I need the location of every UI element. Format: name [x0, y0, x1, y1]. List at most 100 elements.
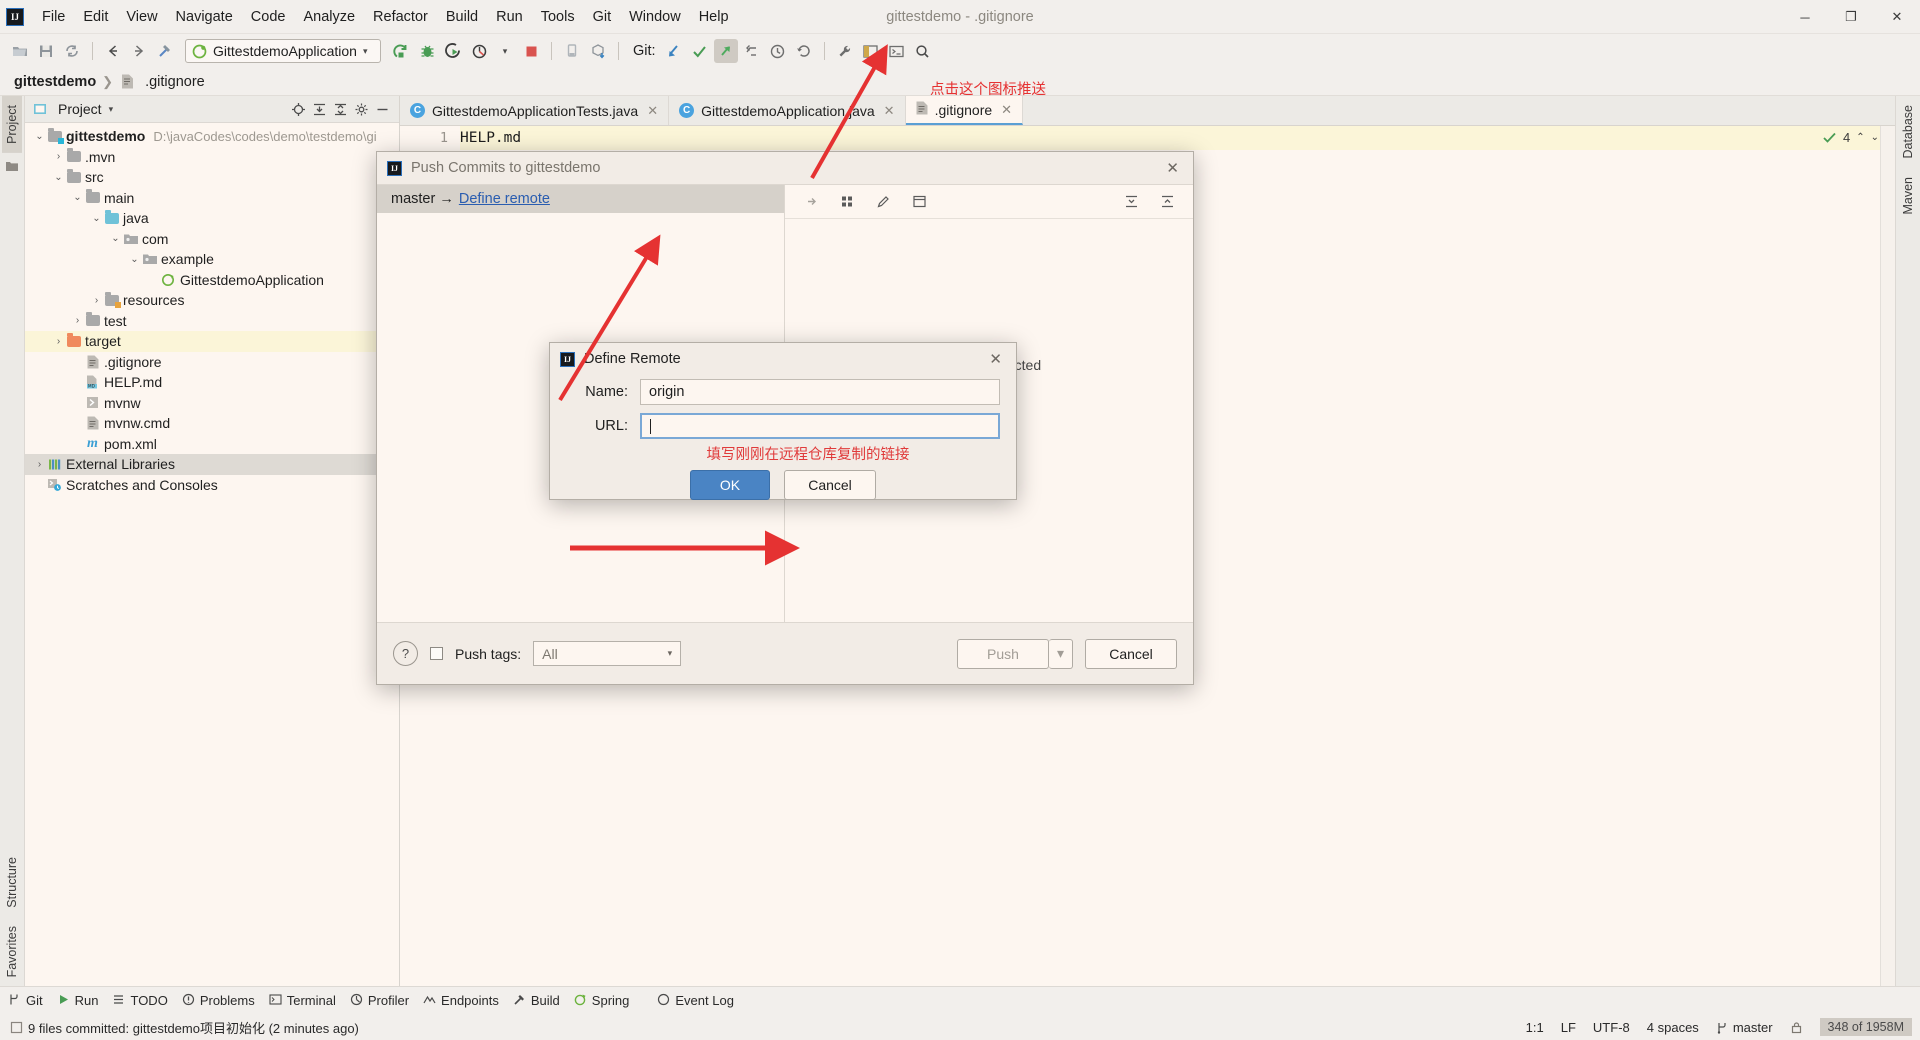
avd-manager-icon[interactable] — [586, 39, 610, 63]
tree-node-gittestdemo[interactable]: ⌄ gittestdemo D:\javaCodes\codes\demo\test… — [25, 126, 399, 147]
search-everywhere-icon[interactable] — [911, 39, 935, 63]
lock-icon[interactable] — [1790, 1021, 1803, 1034]
tree-node-test[interactable]: › test — [25, 311, 399, 332]
indent-setting[interactable]: 4 spaces — [1647, 1020, 1699, 1035]
sidebar-item-maven[interactable]: Maven — [1898, 168, 1918, 224]
run-with-coverage-icon[interactable] — [441, 39, 465, 63]
project-tree[interactable]: ⌄ gittestdemo D:\javaCodes\codes\demo\test… — [25, 123, 399, 986]
tree-node--mvn[interactable]: › .mvn — [25, 147, 399, 168]
chevron-down-icon[interactable]: ⌄ — [1871, 132, 1879, 143]
tool-window-button-todo[interactable]: TODO — [112, 993, 168, 1009]
close-icon[interactable]: ✕ — [1001, 102, 1012, 118]
tree-node-example[interactable]: ⌄ example — [25, 249, 399, 270]
git-rebase-icon[interactable] — [740, 39, 764, 63]
tool-window-button-terminal[interactable]: Terminal — [269, 993, 336, 1009]
chevron-down-icon[interactable]: ▾ — [363, 46, 368, 57]
expand-all-icon[interactable] — [1119, 190, 1143, 214]
collapse-all-icon[interactable] — [1155, 190, 1179, 214]
remote-url-input[interactable] — [640, 413, 1000, 439]
maximize-icon[interactable]: ❐ — [1828, 0, 1874, 34]
menu-code[interactable]: Code — [242, 6, 295, 28]
inspection-scrollbar[interactable] — [1880, 126, 1895, 986]
menu-help[interactable]: Help — [690, 6, 738, 28]
tree-node-main[interactable]: ⌄ main — [25, 188, 399, 209]
tree-node-help-md[interactable]: MD HELP.md — [25, 372, 399, 393]
device-manager-icon[interactable] — [560, 39, 584, 63]
menu-window[interactable]: Window — [620, 6, 690, 28]
expand-all-icon[interactable] — [309, 99, 330, 120]
tree-node-src[interactable]: ⌄ src — [25, 167, 399, 188]
collapse-icon[interactable] — [799, 190, 823, 214]
settings-wrench-icon[interactable] — [833, 39, 857, 63]
close-icon[interactable]: ✕ — [985, 350, 1006, 368]
save-all-icon[interactable] — [34, 39, 58, 63]
line-separator[interactable]: LF — [1561, 1020, 1576, 1035]
tool-window-button-problems[interactable]: Problems — [182, 993, 255, 1009]
close-icon[interactable]: ✕ — [1162, 159, 1183, 177]
menu-tools[interactable]: Tools — [532, 6, 584, 28]
group-by-icon[interactable] — [835, 190, 859, 214]
editor-tab-gittestdemoapplication-java[interactable]: C GittestdemoApplication.java ✕ — [669, 96, 906, 125]
breadcrumb-project[interactable]: gittestdemo — [14, 74, 96, 90]
git-commit-icon[interactable] — [688, 39, 712, 63]
editor-tab-gittestdemoapplicationtests-java[interactable]: C GittestdemoApplicationTests.java ✕ — [400, 96, 670, 125]
close-icon[interactable]: ✕ — [884, 103, 895, 119]
breadcrumb-file[interactable]: .gitignore — [145, 74, 205, 90]
sidebar-item-favorites[interactable]: Favorites — [2, 917, 22, 986]
tool-window-button-run[interactable]: Run — [57, 993, 98, 1009]
event-log-button[interactable]: Event Log — [657, 993, 734, 1009]
terminal-toolbar-icon[interactable] — [885, 39, 909, 63]
editor-tab--gitignore[interactable]: .gitignore ✕ — [905, 96, 1024, 125]
push-branch-row[interactable]: master → Define remote — [377, 185, 784, 213]
diff-preview-icon[interactable] — [907, 190, 931, 214]
tool-window-button-build[interactable]: Build — [513, 993, 560, 1009]
tool-window-button-spring[interactable]: Spring — [574, 993, 629, 1009]
menu-edit[interactable]: Edit — [74, 6, 117, 28]
menu-view[interactable]: View — [117, 6, 166, 28]
chevron-down-icon[interactable]: ⌄ — [109, 233, 122, 244]
commit-stripe-icon[interactable] — [5, 159, 19, 176]
sidebar-item-structure[interactable]: Structure — [2, 848, 22, 917]
git-history-icon[interactable] — [766, 39, 790, 63]
tree-node-java[interactable]: ⌄ java — [25, 208, 399, 229]
tool-window-button-profiler[interactable]: Profiler — [350, 993, 409, 1009]
menu-navigate[interactable]: Navigate — [167, 6, 242, 28]
push-cancel-button[interactable]: Cancel — [1085, 638, 1177, 669]
sidebar-item-database[interactable]: Database — [1898, 96, 1918, 168]
select-opened-file-icon[interactable] — [288, 99, 309, 120]
forward-arrow-icon[interactable] — [127, 39, 151, 63]
build-hammer-icon[interactable] — [153, 39, 177, 63]
chevron-right-icon[interactable]: › — [90, 295, 103, 306]
inspection-widget[interactable]: 4 ⌃ ⌄ — [1822, 130, 1879, 145]
profile-dropdown-icon[interactable]: ▾ — [493, 39, 517, 63]
code-line[interactable]: HELP.md — [460, 126, 1895, 150]
run-configuration-selector[interactable]: GittestdemoApplication ▾ — [185, 39, 381, 63]
git-update-icon[interactable] — [662, 39, 686, 63]
remote-name-input[interactable]: origin — [640, 379, 1000, 405]
chevron-right-icon[interactable]: › — [71, 315, 84, 326]
push-tags-checkbox[interactable] — [430, 647, 443, 660]
tree-node-mvnw-cmd[interactable]: mvnw.cmd — [25, 413, 399, 434]
tree-node-resources[interactable]: › resources — [25, 290, 399, 311]
chevron-down-icon[interactable]: ⌄ — [90, 213, 103, 224]
chevron-down-icon[interactable]: ▾ — [109, 104, 114, 115]
tree-node-external-libraries[interactable]: › External Libraries — [25, 454, 399, 475]
chevron-right-icon[interactable]: › — [52, 336, 65, 347]
settings-gear-icon[interactable] — [351, 99, 372, 120]
git-revert-icon[interactable] — [792, 39, 816, 63]
chevron-up-icon[interactable]: ⌃ — [1856, 132, 1864, 143]
edit-icon[interactable] — [871, 190, 895, 214]
chevron-down-icon[interactable]: ⌄ — [128, 254, 141, 265]
stop-icon[interactable] — [519, 39, 543, 63]
git-branch-widget[interactable]: master — [1716, 1020, 1773, 1035]
minimize-icon[interactable]: ─ — [1782, 0, 1828, 34]
push-tags-select[interactable]: All ▾ — [533, 641, 682, 666]
project-structure-icon[interactable] — [859, 39, 883, 63]
close-icon[interactable]: ✕ — [1874, 0, 1920, 34]
back-arrow-icon[interactable] — [101, 39, 125, 63]
close-icon[interactable]: ✕ — [647, 103, 658, 119]
status-message[interactable]: 9 files committed: gittestdemo项目初始化 (2 m… — [28, 1018, 359, 1037]
define-remote-link[interactable]: Define remote — [459, 191, 550, 207]
collapse-all-icon[interactable] — [330, 99, 351, 120]
hide-panel-icon[interactable] — [372, 99, 393, 120]
